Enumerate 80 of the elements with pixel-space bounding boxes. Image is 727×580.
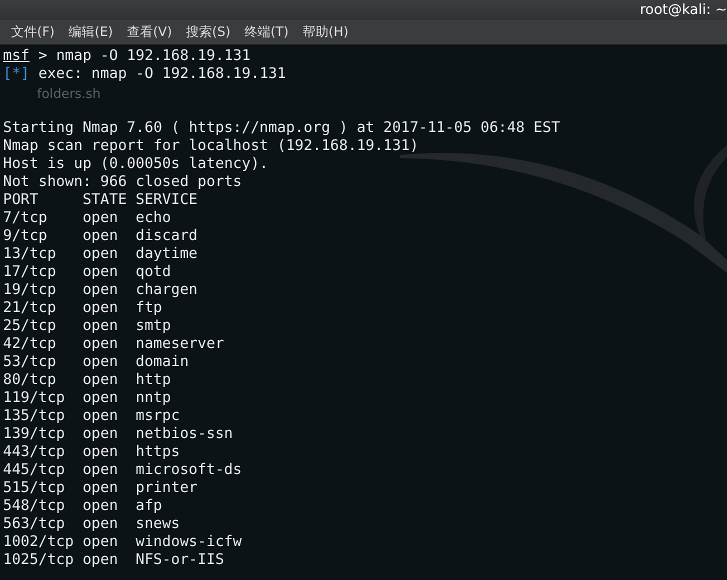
table-cell-text: open bbox=[82, 551, 119, 569]
table-cell: NFS-or-IIS bbox=[136, 551, 224, 569]
table-cell-text: open bbox=[82, 425, 119, 443]
column-header: PORT bbox=[3, 191, 40, 209]
table-cell: windows-icfw bbox=[136, 533, 242, 551]
table-cell: https bbox=[136, 443, 180, 461]
table-cell-text: open bbox=[82, 263, 119, 281]
table-cell-text: 13/tcp bbox=[3, 245, 58, 263]
column-header: SERVICE bbox=[136, 191, 198, 209]
exec-tag: [*] bbox=[3, 65, 30, 82]
table-cell-text: open bbox=[82, 281, 119, 299]
output-line: Not shown: 966 closed ports bbox=[3, 173, 242, 190]
desktop-icon-label: folders.sh bbox=[37, 87, 101, 102]
table-cell: afp bbox=[136, 497, 162, 515]
table-cell: netbios-ssn bbox=[136, 425, 233, 443]
table-cell-text: 42/tcp bbox=[3, 335, 58, 353]
table-cell-text: 19/tcp bbox=[3, 281, 58, 299]
prompt-symbol: > bbox=[38, 47, 48, 64]
table-cell: discard bbox=[136, 227, 198, 245]
table-cell: snews bbox=[136, 515, 180, 533]
menu-item[interactable]: 文件(F) bbox=[4, 21, 62, 43]
table-cell-text: open bbox=[82, 245, 119, 263]
table-cell: domain bbox=[136, 353, 189, 371]
table-cell-text: 135/tcp bbox=[3, 407, 66, 425]
table-cell-text: 25/tcp bbox=[3, 317, 58, 335]
menu-item[interactable]: 搜索(S) bbox=[179, 21, 238, 43]
table-cell-text: open bbox=[82, 497, 119, 515]
table-cell: nameserver bbox=[136, 335, 224, 353]
exec-text: exec: nmap -O 192.168.19.131 bbox=[38, 65, 286, 82]
table-cell-text: open bbox=[82, 407, 119, 425]
table-cell-text: open bbox=[82, 227, 119, 245]
menu-item[interactable]: 编辑(E) bbox=[62, 21, 120, 43]
table-cell-text: 563/tcp bbox=[3, 515, 66, 533]
table-cell-text: open bbox=[82, 461, 119, 479]
output-line: Nmap scan report for localhost (192.168.19.131) bbox=[3, 137, 419, 154]
column-header: STATE bbox=[82, 191, 128, 209]
table-cell: qotd bbox=[136, 263, 171, 281]
output-line: Starting Nmap 7.60 ( https://nmap.org ) at 2017-11-05 06:48 EST bbox=[3, 119, 560, 136]
table-cell-text: 21/tcp bbox=[3, 299, 58, 317]
table-cell-text: 9/tcp bbox=[3, 227, 48, 245]
table-cell-text: open bbox=[82, 353, 119, 371]
menu-item[interactable]: 终端(T) bbox=[237, 21, 296, 43]
table-cell-text: open bbox=[82, 479, 119, 497]
table-cell-text: 1002/tcp bbox=[3, 533, 75, 551]
table-cell-text: 80/tcp bbox=[3, 371, 58, 389]
table-cell-text: 515/tcp bbox=[3, 479, 66, 497]
table-cell: printer bbox=[136, 479, 198, 497]
menu-item[interactable]: 帮助(H) bbox=[296, 21, 356, 43]
table-cell-text: 53/tcp bbox=[3, 353, 58, 371]
table-cell-text: open bbox=[82, 389, 119, 407]
table-cell: echo bbox=[136, 209, 171, 227]
table-cell-text: open bbox=[82, 443, 119, 461]
table-cell: microsoft-ds bbox=[136, 461, 242, 479]
table-cell-text: open bbox=[82, 515, 119, 533]
table-cell: msrpc bbox=[136, 407, 180, 425]
menu-item[interactable]: 查看(V) bbox=[120, 21, 180, 43]
window-title: root@kali: ~ bbox=[640, 2, 727, 18]
output-line: Host is up (0.00050s latency). bbox=[3, 155, 268, 172]
table-cell: ftp bbox=[136, 299, 162, 317]
table-cell-text: open bbox=[82, 335, 119, 353]
table-cell-text: 443/tcp bbox=[3, 443, 66, 461]
table-cell-text: 1025/tcp bbox=[3, 551, 75, 569]
table-cell: daytime bbox=[136, 245, 198, 263]
table-cell-text: 139/tcp bbox=[3, 425, 66, 443]
table-cell-text: 7/tcp bbox=[3, 209, 48, 227]
table-cell: chargen bbox=[136, 281, 198, 299]
table-cell-text: open bbox=[82, 533, 119, 551]
table-cell: nntp bbox=[136, 389, 171, 407]
table-cell-text: 445/tcp bbox=[3, 461, 66, 479]
table-cell: http bbox=[136, 371, 171, 389]
table-cell-text: 548/tcp bbox=[3, 497, 66, 515]
table-cell-text: 119/tcp bbox=[3, 389, 66, 407]
table-cell: smtp bbox=[136, 317, 171, 335]
table-cell-text: open bbox=[82, 299, 119, 317]
table-cell-text: open bbox=[82, 317, 119, 335]
table-cell-text: open bbox=[82, 209, 119, 227]
prompt-name: msf bbox=[3, 47, 30, 64]
table-cell-text: open bbox=[82, 371, 119, 389]
command-text: nmap -O 192.168.19.131 bbox=[56, 47, 251, 64]
table-cell-text: 17/tcp bbox=[3, 263, 58, 281]
